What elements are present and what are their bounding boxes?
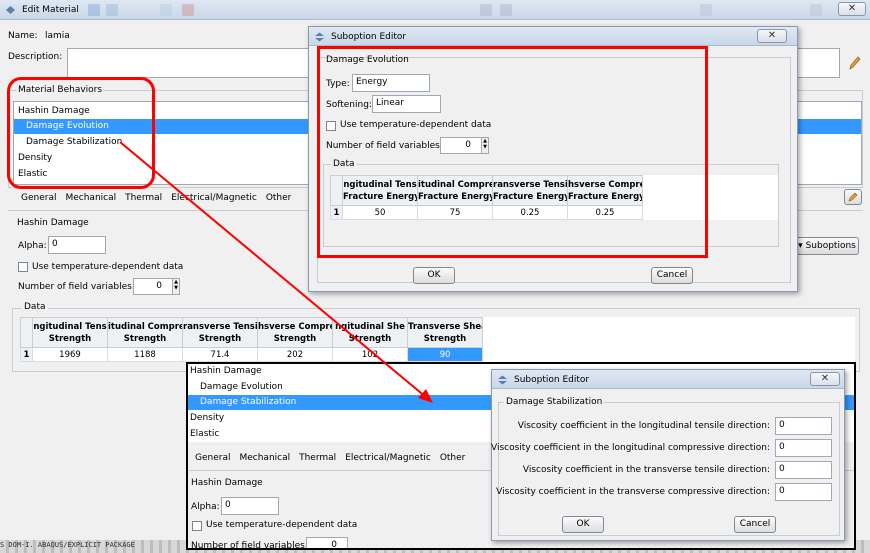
description-label: Description: bbox=[8, 52, 63, 62]
menu-thermal[interactable]: Thermal bbox=[299, 453, 336, 463]
toolbar-icon bbox=[810, 4, 822, 16]
close-button[interactable]: ✕ bbox=[810, 372, 840, 386]
toolbar-icon bbox=[106, 4, 118, 16]
ok-button[interactable]: OK bbox=[562, 516, 604, 533]
field-variables-input[interactable]: 0 bbox=[306, 537, 348, 548]
behavior-menu-bar: General Mechanical Thermal Electrical/Magne… bbox=[21, 193, 300, 203]
menu-other[interactable]: Other bbox=[266, 193, 292, 203]
close-button[interactable]: ✕ bbox=[838, 2, 866, 16]
suboption-editor-icon bbox=[315, 32, 324, 42]
highlight-box-damage-evolution bbox=[317, 46, 708, 258]
temperature-dependent-checkbox[interactable] bbox=[192, 521, 202, 531]
menu-other[interactable]: Other bbox=[440, 453, 466, 463]
column-header[interactable]: ransverse Tensi Strength bbox=[182, 317, 258, 348]
dialog-title: Suboption Editor bbox=[514, 375, 590, 385]
menu-general[interactable]: General bbox=[21, 193, 56, 203]
title-bar: Suboption Editor ✕ bbox=[492, 370, 844, 389]
table-cell-selected[interactable]: 90 bbox=[407, 347, 483, 362]
table-row: 1 1969 1188 71.4 202 102 90 bbox=[20, 347, 855, 362]
table-cell[interactable]: 71.4 bbox=[182, 347, 258, 362]
suboption-editor-icon bbox=[498, 375, 507, 385]
behavior-menu-bar: General Mechanical Thermal Electrical/Magne… bbox=[195, 453, 474, 463]
name-value: lamia bbox=[45, 31, 70, 41]
menu-electrical-magnetic[interactable]: Electrical/Magnetic bbox=[345, 453, 431, 463]
viscosity-long-compressive-input[interactable]: 0 bbox=[775, 439, 832, 457]
cancel-button[interactable]: Cancel bbox=[651, 267, 693, 284]
data-title: Data bbox=[22, 302, 48, 312]
toolbar-icon bbox=[88, 4, 100, 16]
alpha-label: Alpha: bbox=[18, 241, 47, 251]
temperature-dependent-label: Use temperature-dependent data bbox=[206, 520, 358, 530]
menu-mechanical[interactable]: Mechanical bbox=[239, 453, 290, 463]
field-variables-stepper[interactable]: ▲ ▼ bbox=[172, 278, 180, 295]
toolbar-icon bbox=[480, 4, 492, 16]
name-label: Name: bbox=[8, 31, 38, 41]
close-icon: ✕ bbox=[820, 373, 830, 384]
temperature-dependent-checkbox[interactable] bbox=[18, 262, 28, 272]
viscosity-long-tensile-input[interactable]: 0 bbox=[775, 417, 832, 435]
suboptions-label: Suboptions bbox=[805, 241, 856, 251]
field-variables-label: Number of field variables: bbox=[191, 541, 308, 550]
toolbar-icon bbox=[500, 4, 512, 16]
close-button[interactable]: ✕ bbox=[757, 29, 787, 43]
viscosity-trans-tensile-label: Viscosity coefficient in the transverse … bbox=[522, 465, 770, 475]
toolbar-icon bbox=[160, 4, 172, 16]
column-header[interactable]: itudinal Compre Strength bbox=[107, 317, 183, 348]
row-header-corner bbox=[20, 317, 33, 348]
title-bar: Suboption Editor ✕ bbox=[309, 27, 797, 46]
suboption-editor-damage-stabilization: Suboption Editor ✕ Damage Stabilization … bbox=[491, 369, 845, 541]
viscosity-long-compressive-label: Viscosity coefficient in the longitudina… bbox=[491, 443, 770, 453]
dialog-title: Suboption Editor bbox=[331, 32, 407, 42]
empty-cell bbox=[483, 348, 855, 362]
highlight-box-behaviors bbox=[7, 77, 155, 189]
menu-general[interactable]: General bbox=[195, 453, 230, 463]
alpha-label: Alpha: bbox=[191, 502, 220, 512]
menu-mechanical[interactable]: Mechanical bbox=[65, 193, 116, 203]
column-header[interactable]: hsverse Compres Strength bbox=[257, 317, 333, 348]
alpha-input[interactable]: 0 bbox=[221, 497, 279, 515]
table-cell[interactable]: 1188 bbox=[107, 347, 183, 362]
title-bar: Edit Material ✕ bbox=[0, 0, 870, 20]
column-header[interactable]: Transverse Shea Strength bbox=[407, 317, 483, 348]
close-icon: ✕ bbox=[847, 3, 857, 14]
field-variables-input[interactable]: 0 bbox=[133, 278, 173, 295]
edit-behavior-button[interactable] bbox=[844, 189, 862, 205]
column-header[interactable]: ngitudinal Tens Strength bbox=[32, 317, 108, 348]
temperature-dependent-label: Use temperature-dependent data bbox=[32, 262, 184, 272]
cancel-button[interactable]: Cancel bbox=[734, 516, 776, 533]
caret-down-icon: ▾ bbox=[798, 241, 803, 251]
menu-electrical-magnetic[interactable]: Electrical/Magnetic bbox=[171, 193, 257, 203]
table-header-row: ngitudinal Tens Strength itudinal Compre S… bbox=[20, 317, 855, 348]
pencil-icon[interactable] bbox=[848, 55, 862, 71]
viscosity-long-tensile-label: Viscosity coefficient in the longitudina… bbox=[517, 421, 770, 431]
viscosity-trans-tensile-input[interactable]: 0 bbox=[775, 461, 832, 479]
viscosity-trans-compressive-label: Viscosity coefficient in the transverse … bbox=[496, 487, 770, 497]
table-cell[interactable]: 102 bbox=[332, 347, 408, 362]
section-title: Hashin Damage bbox=[191, 478, 263, 488]
close-icon: ✕ bbox=[767, 30, 777, 41]
toolbar-icon bbox=[182, 4, 194, 16]
row-number: 1 bbox=[20, 347, 33, 362]
toolbar-icon bbox=[700, 4, 712, 16]
table-cell[interactable]: 1969 bbox=[32, 347, 108, 362]
status-text: S DOM-I. ABAQUS/EXPLICIT PACKAGE bbox=[0, 541, 135, 549]
column-header[interactable]: ngitudinal She Strength bbox=[332, 317, 408, 348]
window-title: Edit Material bbox=[22, 5, 79, 15]
viscosity-trans-compressive-input[interactable]: 0 bbox=[775, 483, 832, 501]
menu-thermal[interactable]: Thermal bbox=[125, 193, 162, 203]
section-title: Damage Stabilization bbox=[504, 397, 605, 407]
section-title: Hashin Damage bbox=[17, 218, 89, 228]
table-cell[interactable]: 202 bbox=[257, 347, 333, 362]
empty-header bbox=[482, 317, 855, 348]
ok-button[interactable]: OK bbox=[413, 267, 455, 284]
suboptions-button[interactable]: ▾ Suboptions bbox=[795, 237, 859, 255]
alpha-input[interactable]: 0 bbox=[48, 236, 106, 254]
material-window-icon bbox=[6, 6, 15, 14]
hashin-data-table[interactable]: ngitudinal Tens Strength itudinal Compre S… bbox=[20, 317, 855, 362]
field-variables-label: Number of field variables: bbox=[18, 282, 135, 292]
pencil-icon bbox=[848, 192, 858, 202]
